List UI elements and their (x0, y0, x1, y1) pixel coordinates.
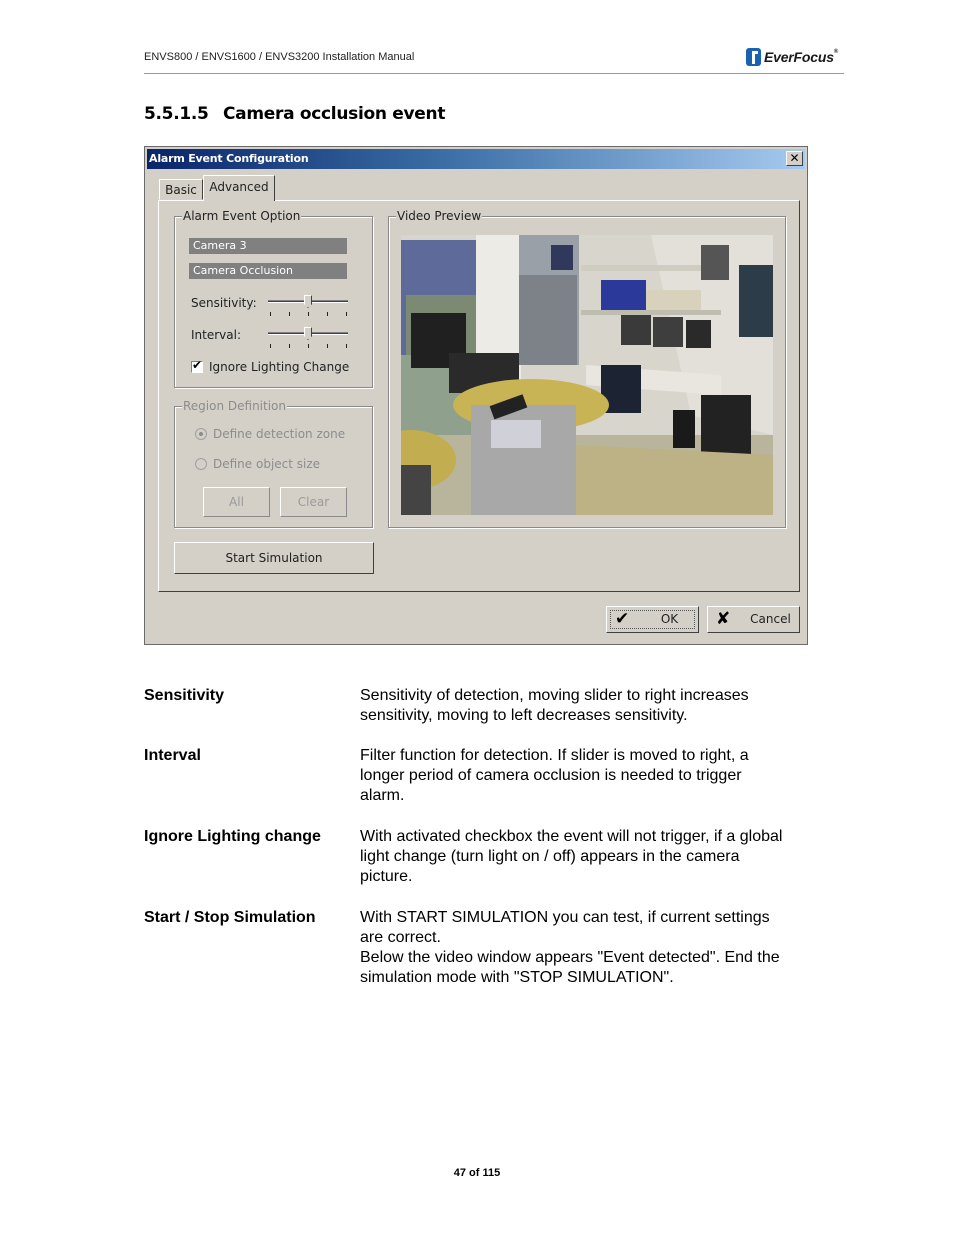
slider-tick (270, 344, 271, 348)
slider-tick (289, 312, 290, 316)
description-line: picture. (360, 868, 413, 885)
section-heading: 5.5.1.5 Camera occlusion event (144, 104, 445, 124)
ok-label: OK (660, 612, 679, 626)
radio-button[interactable] (195, 458, 207, 470)
region-definition-label: Region Definition (182, 399, 288, 413)
logo-text: EverFocus® (764, 49, 838, 65)
start-simulation-button[interactable]: Start Simulation (174, 542, 374, 574)
description-line: Filter function for detection. If slider… (360, 747, 749, 764)
x-icon: ✘ (716, 609, 731, 629)
definition-term: Interval (144, 747, 201, 764)
slider-tick (346, 312, 347, 316)
define-object-size-option[interactable]: Define object size (195, 457, 320, 471)
description-line: sensitivity, moving to left decreases se… (360, 707, 688, 724)
event-type-field[interactable]: Camera Occlusion (189, 263, 347, 279)
everfocus-logo-icon (746, 48, 761, 66)
slider-thumb[interactable] (304, 295, 312, 308)
slider-tick (308, 344, 309, 348)
define-object-size-label: Define object size (213, 457, 321, 471)
description-line: longer period of camera occlusion is nee… (360, 767, 742, 784)
ignore-lighting-checkbox[interactable]: ✔ (191, 358, 203, 373)
tab-basic[interactable]: Basic (159, 179, 203, 200)
slider-tick (289, 344, 290, 348)
interval-label: Interval: (191, 328, 241, 342)
description-line: Below the video window appears "Event de… (360, 949, 780, 966)
define-detection-zone-label: Define detection zone (213, 427, 346, 441)
alarm-event-option-group: Alarm Event Option Camera 3 Camera Occlu… (174, 209, 373, 388)
definition-term: Sensitivity (144, 687, 225, 704)
slider-tick (346, 344, 347, 348)
alarm-event-configuration-dialog: Alarm Event Configuration ✕ Basic Advanc… (144, 146, 808, 645)
checkmark-icon: ✔ (192, 358, 203, 372)
definition-description: With START SIMULATION you can test, if c… (360, 908, 830, 988)
radio-selected-dot (199, 432, 203, 436)
alarm-event-option-label: Alarm Event Option (182, 209, 302, 223)
section-number: 5.5.1.5 (144, 104, 209, 124)
description-line: light change (turn light on / off) appea… (360, 848, 740, 865)
description-line: With activated checkbox the event will n… (360, 828, 783, 845)
slider-thumb[interactable] (304, 327, 312, 340)
slider-tick (308, 312, 309, 316)
slider-tick (270, 312, 271, 316)
all-button[interactable]: All (203, 487, 270, 517)
checkmark-icon: ✔ (615, 609, 630, 629)
radio-button[interactable] (195, 428, 207, 440)
header-divider (144, 73, 844, 74)
dialog-titlebar: Alarm Event Configuration ✕ (147, 149, 805, 169)
description-line: are correct. (360, 929, 441, 946)
description-line: With START SIMULATION you can test, if c… (360, 909, 770, 926)
tab-advanced[interactable]: Advanced (203, 175, 275, 201)
page-number: 47 of 115 (453, 1167, 501, 1179)
sensitivity-slider[interactable] (268, 295, 348, 317)
video-preview-label: Video Preview (396, 209, 483, 223)
define-detection-zone-option[interactable]: Define detection zone (195, 427, 345, 441)
ok-button[interactable]: ✔ OK (606, 606, 699, 633)
definition-term: Ignore Lighting change (144, 828, 321, 845)
dialog-title: Alarm Event Configuration (149, 152, 309, 165)
slider-tick (327, 344, 328, 348)
sensitivity-label: Sensitivity: (191, 296, 257, 310)
ignore-lighting-checkbox-row[interactable]: ✔ Ignore Lighting Change (191, 358, 350, 374)
cancel-label: Cancel (750, 612, 791, 626)
logo-wordmark: EverFocus (764, 49, 834, 65)
section-title: Camera occlusion event (223, 104, 446, 124)
video-preview-image (401, 235, 773, 515)
definition-description: With activated checkbox the event will n… (360, 827, 830, 887)
close-icon: ✕ (789, 151, 800, 165)
everfocus-logo: EverFocus® (746, 47, 838, 67)
close-button[interactable]: ✕ (786, 151, 803, 166)
slider-tick (327, 312, 328, 316)
manual-header: ENVS800 / ENVS1600 / ENVS3200 Installati… (144, 51, 415, 63)
region-definition-group: Region Definition Define detection zone … (174, 399, 373, 528)
camera-field[interactable]: Camera 3 (189, 238, 347, 254)
description-line: Sensitivity of detection, moving slider … (360, 687, 749, 704)
registered-mark: ® (833, 49, 839, 55)
video-preview-group: Video Preview (388, 209, 786, 528)
definition-description: Sensitivity of detection, moving slider … (360, 686, 830, 726)
definition-term: Start / Stop Simulation (144, 909, 316, 926)
description-line: simulation mode with "STOP SIMULATION". (360, 969, 674, 986)
clear-button[interactable]: Clear (280, 487, 347, 517)
definition-description: Filter function for detection. If slider… (360, 746, 830, 806)
cancel-button[interactable]: ✘ Cancel (707, 606, 800, 633)
description-line: alarm. (360, 787, 405, 804)
interval-slider[interactable] (268, 327, 348, 349)
office-camera-scene (401, 235, 773, 515)
ignore-lighting-label: Ignore Lighting Change (209, 360, 350, 374)
